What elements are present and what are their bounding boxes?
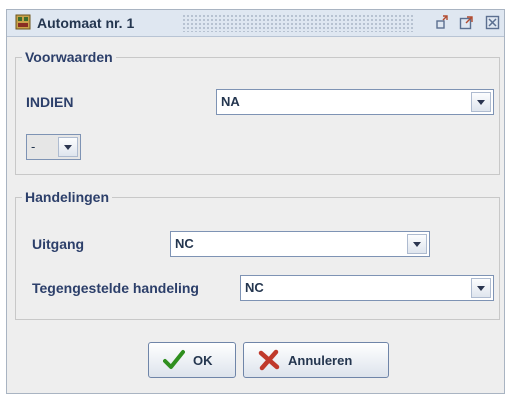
chevron-down-icon[interactable] bbox=[471, 92, 491, 112]
cancel-x-icon bbox=[258, 349, 280, 371]
ok-button[interactable]: OK bbox=[148, 342, 236, 378]
operator-select[interactable]: - bbox=[26, 134, 81, 160]
dialog-window: Automaat nr. 1 Voorwaarden INDIEN NA - H… bbox=[6, 9, 505, 394]
conditions-legend: Voorwaarden bbox=[22, 49, 116, 65]
indien-value: NA bbox=[221, 94, 240, 109]
title-bar-texture bbox=[182, 14, 414, 32]
indien-select[interactable]: NA bbox=[216, 89, 494, 115]
operator-value: - bbox=[31, 139, 36, 154]
opposite-label: Tegengestelde handeling bbox=[32, 280, 199, 296]
output-label: Uitgang bbox=[32, 236, 85, 252]
opposite-select[interactable]: NC bbox=[240, 275, 494, 301]
conditions-panel: Voorwaarden INDIEN NA - bbox=[15, 49, 500, 175]
close-icon[interactable] bbox=[485, 15, 500, 30]
chevron-down-icon[interactable] bbox=[407, 234, 427, 254]
output-value: NC bbox=[175, 236, 194, 251]
checkmark-icon bbox=[163, 350, 185, 369]
chevron-down-icon[interactable] bbox=[471, 278, 491, 298]
output-select[interactable]: NC bbox=[170, 231, 430, 257]
chevron-down-icon[interactable] bbox=[58, 137, 78, 157]
cancel-label: Annuleren bbox=[288, 353, 353, 368]
ok-label: OK bbox=[193, 353, 213, 368]
actions-legend: Handelingen bbox=[22, 189, 113, 205]
window-title: Automaat nr. 1 bbox=[37, 15, 135, 31]
opposite-value: NC bbox=[245, 280, 264, 295]
maximize-icon[interactable] bbox=[459, 15, 474, 30]
minimize-icon[interactable] bbox=[435, 15, 450, 30]
actions-panel: Handelingen Uitgang NC Tegengestelde han… bbox=[15, 189, 500, 320]
indien-label: INDIEN bbox=[26, 94, 74, 110]
cancel-button[interactable]: Annuleren bbox=[243, 342, 389, 378]
title-bar[interactable]: Automaat nr. 1 bbox=[7, 10, 504, 37]
app-icon bbox=[15, 14, 31, 30]
